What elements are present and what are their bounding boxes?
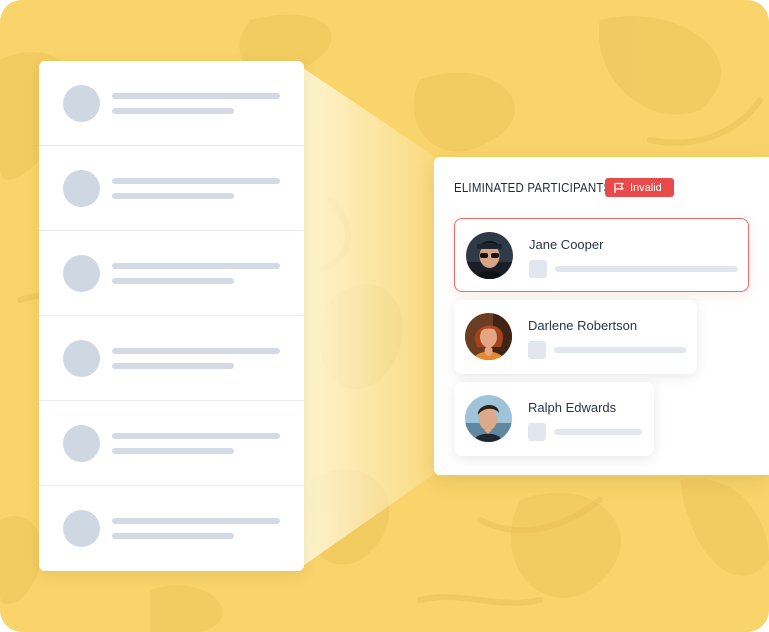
skeleton-row — [39, 231, 304, 316]
placeholder-square — [529, 260, 547, 278]
skeleton-line — [112, 518, 280, 524]
skeleton-line — [112, 433, 280, 439]
placeholder-line — [554, 429, 642, 435]
skeleton-avatar — [63, 425, 100, 462]
skeleton-avatar — [63, 255, 100, 292]
panel-title: ELIMINATED PARTICIPANTS — [454, 181, 612, 195]
skeleton-list-card — [39, 61, 304, 571]
placeholder-line — [554, 347, 686, 353]
avatar — [466, 232, 513, 279]
skeleton-row — [39, 61, 304, 146]
placeholder-line — [555, 266, 738, 272]
invalid-badge-label: Invalid — [630, 181, 662, 194]
skeleton-row — [39, 486, 304, 571]
skeleton-line — [112, 108, 234, 114]
skeleton-row — [39, 316, 304, 401]
skeleton-line — [112, 193, 234, 199]
skeleton-line — [112, 533, 234, 539]
skeleton-line — [112, 178, 280, 184]
skeleton-avatar — [63, 85, 100, 122]
skeleton-row — [39, 146, 304, 231]
participant-card[interactable]: Ralph Edwards — [454, 382, 654, 456]
skeleton-line — [112, 448, 234, 454]
participant-name: Ralph Edwards — [528, 400, 617, 415]
avatar — [465, 313, 512, 360]
skeleton-line — [112, 278, 234, 284]
skeleton-avatar — [63, 170, 100, 207]
participant-name: Darlene Robertson — [528, 318, 638, 333]
skeleton-avatar — [63, 340, 100, 377]
skeleton-line — [112, 93, 280, 99]
flag-icon — [614, 182, 624, 193]
participant-card[interactable]: Jane Cooper — [454, 218, 749, 292]
eliminated-participants-panel: ELIMINATED PARTICIPANTS Invalid Jane Coo… — [434, 157, 769, 475]
placeholder-square — [528, 423, 546, 441]
skeleton-row — [39, 401, 304, 486]
participant-card[interactable]: Darlene Robertson — [454, 300, 697, 374]
skeleton-avatar — [63, 510, 100, 547]
participant-name: Jane Cooper — [529, 237, 604, 252]
avatar — [465, 395, 512, 442]
placeholder-square — [528, 341, 546, 359]
skeleton-line — [112, 363, 234, 369]
skeleton-line — [112, 263, 280, 269]
illustration-background: ELIMINATED PARTICIPANTS Invalid Jane Coo… — [0, 0, 769, 632]
skeleton-line — [112, 348, 280, 354]
invalid-badge: Invalid — [605, 178, 674, 197]
